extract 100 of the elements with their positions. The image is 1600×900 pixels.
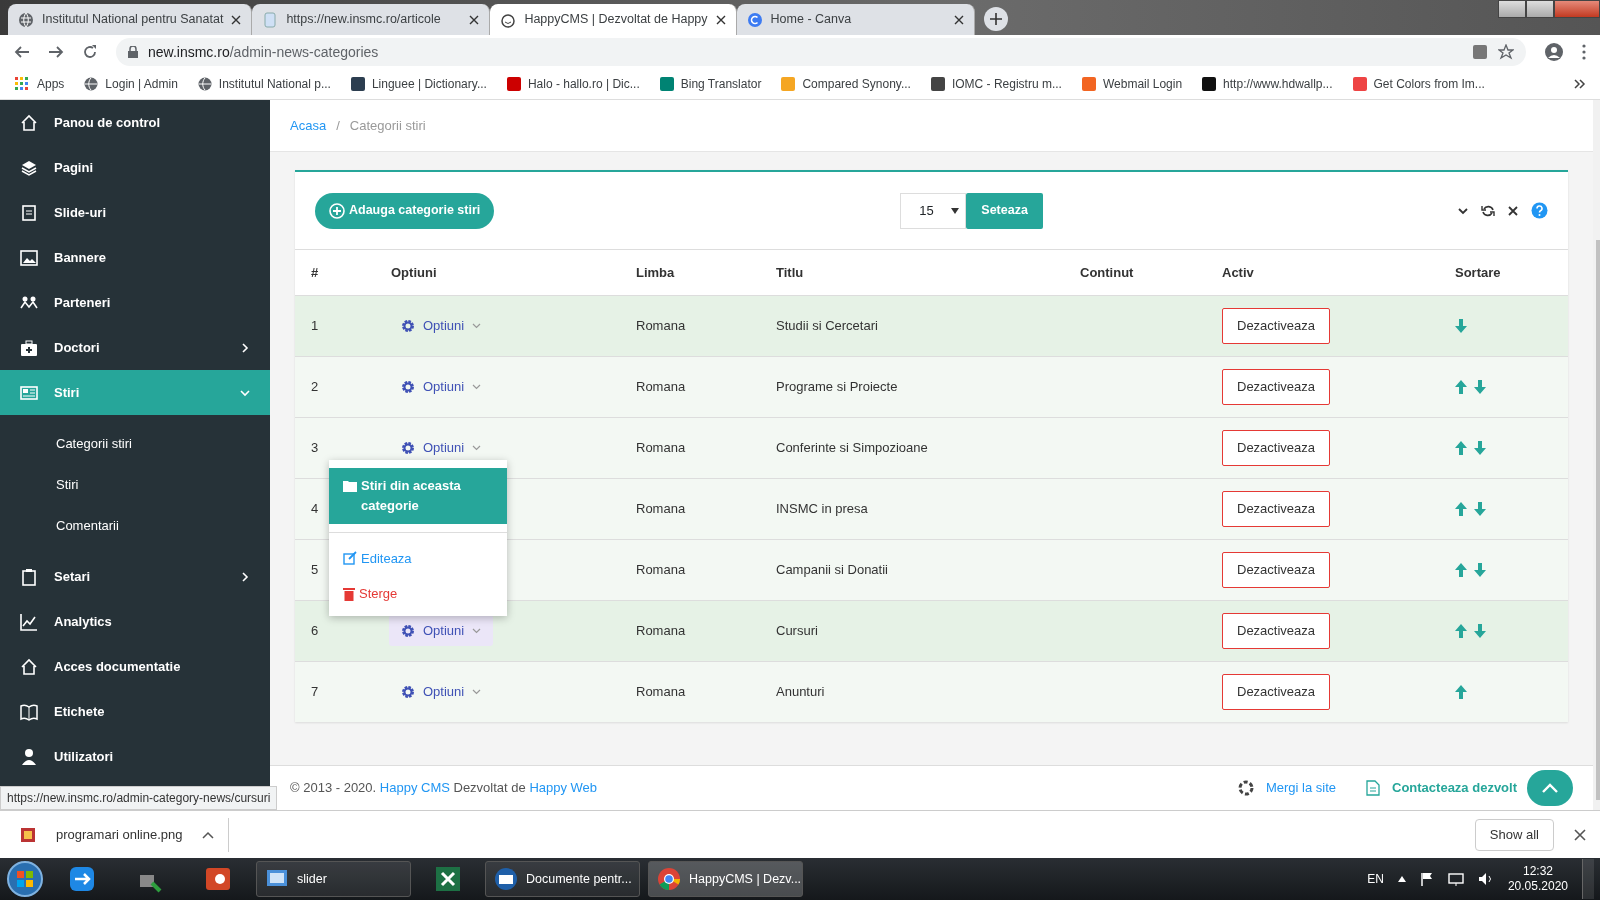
site-icon [659,77,674,91]
deactivate-button[interactable]: Dezactiveaza [1222,612,1331,649]
image-file-icon [20,826,36,843]
submenu-item[interactable]: Comentarii [0,505,270,546]
arrow-down-icon[interactable] [1473,440,1486,455]
arrow-down-icon[interactable] [1473,623,1486,638]
chrome-icon [657,867,681,891]
sidebar-item[interactable]: Acces documentatie [0,644,270,689]
options-button[interactable]: Optiuni [389,370,494,403]
layers-icon [20,158,38,177]
bookmark[interactable]: Get Colors from Im... [1352,75,1485,93]
deactivate-button[interactable]: Dezactiveaza [1222,368,1331,405]
arrow-up-icon[interactable] [1455,562,1467,577]
chevron-icon [472,383,482,390]
bookmark[interactable]: Bing Translator [659,75,762,93]
arrow-up-icon[interactable] [1455,684,1467,699]
arrow-down-icon[interactable] [1473,562,1486,577]
sidebar-item[interactable]: Etichete [0,689,270,734]
clock[interactable]: 12:32 20.05.2020 [1507,864,1568,894]
language-indicator[interactable]: EN [1367,870,1384,888]
sidebar-item[interactable]: Utilizatori [0,734,270,779]
plus-circle-icon [329,202,345,219]
submenu-item[interactable]: Categorii stiri [0,423,270,464]
envelope-icon [494,867,518,891]
bookmark[interactable]: Webmail Login [1081,75,1183,93]
browser-tab[interactable]: Home - Canva [736,4,975,35]
network-icon[interactable] [1447,872,1464,886]
page-size-select[interactable]: 15 [900,192,967,229]
browser-tab[interactable]: Institutul National pentru Sanatat [8,4,253,35]
taskbar-button[interactable]: slider [256,861,411,897]
close-icon[interactable] [953,14,964,25]
arrow-down-icon[interactable] [1473,379,1486,394]
arrow-up-icon[interactable] [1455,623,1467,638]
deactivate-button[interactable]: Dezactiveaza [1222,307,1331,344]
back-icon[interactable] [14,44,30,60]
close-icon[interactable] [1574,828,1586,841]
sidebar-item[interactable]: Pagini [0,145,270,190]
options-button[interactable]: Optiuni [389,614,494,647]
close-icon[interactable] [1507,204,1519,217]
show-all-button[interactable]: Show all [1474,818,1554,851]
help-icon[interactable] [1531,202,1548,219]
sidebar-item[interactable]: Doctori [0,325,270,370]
bookmark[interactable]: IOMC - Registru m... [930,75,1062,93]
taskbar-button[interactable]: HappyCMS | Dezv... [648,861,803,897]
minimize-button[interactable] [1498,0,1526,18]
options-button[interactable]: Optiuni [389,431,494,464]
sidebar-item[interactable]: Analytics [0,599,270,644]
browser-tab[interactable]: https://new.insmc.ro/articole [252,4,491,35]
address-bar[interactable]: new.insmc.ro/admin-news-categories [116,38,1526,66]
new-tab-icon[interactable] [982,6,1009,32]
reload-icon[interactable] [82,44,98,60]
profile-icon[interactable] [1544,42,1564,62]
flag-icon[interactable] [1419,872,1434,886]
gear-icon [401,684,415,699]
sidebar-item[interactable]: Parteneri [0,280,270,325]
maximize-button[interactable] [1526,0,1554,18]
deactivate-button[interactable]: Dezactiveaza [1222,673,1331,710]
start-orb-icon[interactable] [6,860,44,898]
close-icon[interactable] [469,14,480,25]
globe-icon [84,77,99,91]
arrow-down-icon[interactable] [1473,501,1486,516]
chevron-icon [472,444,482,451]
more-bookmarks-icon[interactable] [1574,78,1586,90]
url-text: new.insmc.ro/admin-news-categories [148,42,379,62]
options-button[interactable]: Optiuni [389,676,494,708]
bookmark[interactable]: Apps [14,75,65,93]
menu-icon[interactable] [1582,44,1586,60]
bookmark[interactable]: http://www.hdwallp... [1202,75,1333,93]
close-icon[interactable] [715,14,726,25]
bookmark[interactable]: Compared Synony... [781,75,911,93]
tray-arrow-icon[interactable] [1397,876,1406,882]
download-item[interactable]: programari online.png [14,817,229,852]
star-icon[interactable] [1498,44,1514,60]
bookmark[interactable]: Linguee | Dictionary... [350,75,487,93]
arrow-up-icon[interactable] [1455,440,1467,455]
sidebar-item[interactable]: Slide-uri [0,190,270,235]
browser-tab[interactable]: HappyCMS | Dezvoltat de Happy [490,4,737,35]
spreadsheet-app-icon[interactable] [433,864,463,894]
arrow-down-icon[interactable] [1455,318,1467,333]
deactivate-button[interactable]: Dezactiveaza [1222,429,1331,466]
submenu-item[interactable]: Stiri [0,464,270,505]
options-button[interactable]: Optiuni [389,309,494,342]
sidebar-item[interactable]: Bannere [0,235,270,280]
speaker-icon[interactable] [1477,872,1494,886]
sidebar-item[interactable]: Setari [0,554,270,599]
deactivate-button[interactable]: Dezactiveaza [1222,551,1331,588]
deactivate-button[interactable]: Dezactiveaza [1222,490,1331,527]
bookmark[interactable]: Halo - hallo.ro | Dic... [506,75,640,93]
refresh-icon[interactable] [1481,203,1495,218]
sidebar-item[interactable]: Panou de control [0,100,270,145]
scroll-top-button[interactable] [1527,770,1573,806]
forward-icon[interactable] [48,44,64,60]
bookmark[interactable]: Login | Admin [84,75,178,93]
arrow-up-icon[interactable] [1455,501,1467,516]
close-icon[interactable] [231,14,242,25]
close-button[interactable] [1554,0,1600,18]
table-cell: Studii si Cercetari [754,295,1058,356]
taskbar-button[interactable]: Documente pentr... [485,861,640,897]
arrow-up-icon[interactable] [1455,379,1467,394]
bookmark[interactable]: Institutul National p... [197,75,331,93]
